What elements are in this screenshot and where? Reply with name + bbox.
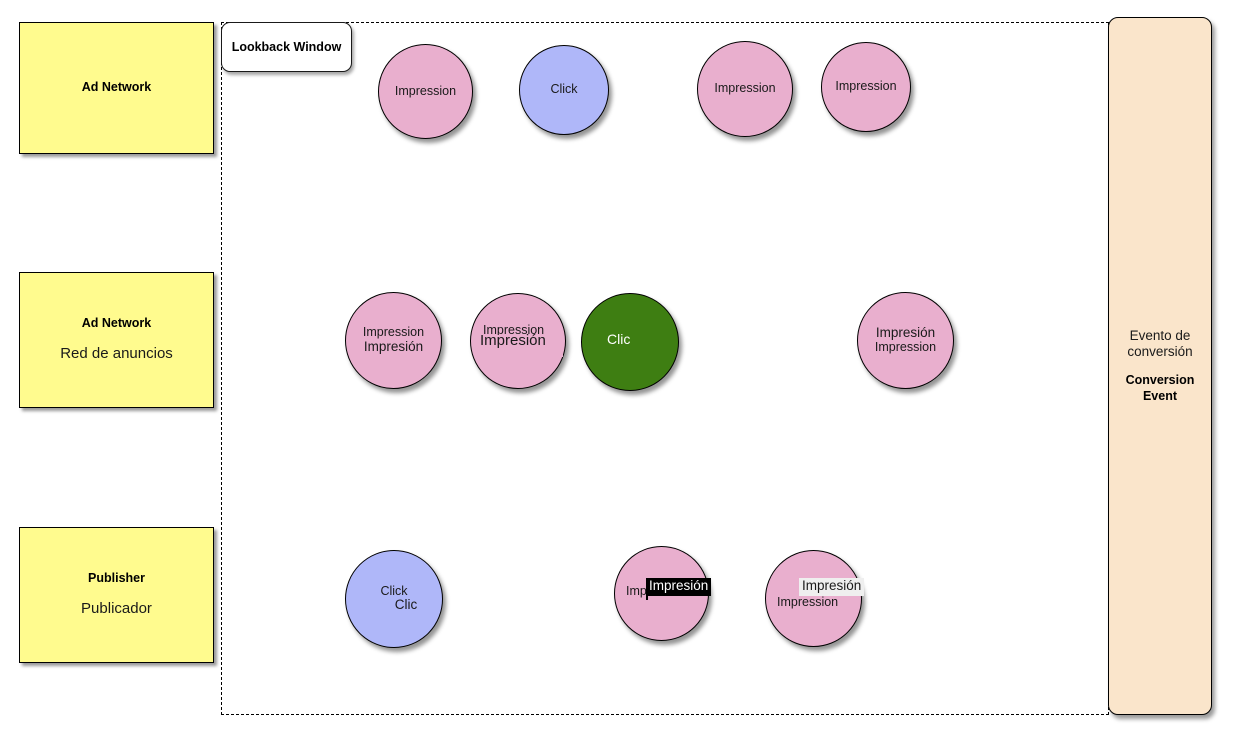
event-label-stack: Impression	[835, 79, 897, 94]
event-label-stack: Impression	[714, 81, 776, 96]
event-circle-click-1[interactable]: Click	[519, 45, 609, 135]
event-label-es: Impresión	[480, 332, 546, 349]
lane-label-en: Ad Network	[81, 80, 152, 95]
event-label-es: Impresión	[875, 325, 936, 341]
event-circle-impression-editing[interactable]: Imp Impresión	[614, 546, 712, 641]
event-circle-click-selected[interactable]: Click Clic	[581, 293, 679, 391]
event-label-es-selected[interactable]: Impresión	[646, 578, 712, 596]
event-label-es[interactable]: Impresión	[799, 578, 865, 596]
diagram-canvas: Lookback Window Ad Network Ad Network Re…	[0, 0, 1234, 741]
event-label-en: Impression	[777, 595, 839, 609]
event-label-stack: Impression	[394, 83, 457, 99]
event-label-en: Impression	[835, 79, 897, 94]
lane-publisher[interactable]: Publisher Publicador	[19, 527, 214, 663]
lane-label-es: Publicador	[81, 600, 152, 618]
event-label-overlap: Impresión Impression	[766, 551, 865, 646]
event-label-en: Impression	[394, 83, 457, 98]
event-circle-impression-6[interactable]: Impresión Impression	[857, 292, 954, 389]
event-circle-impression-3[interactable]: Impression	[821, 42, 911, 132]
lane-label-es: Red de anuncios	[60, 345, 173, 363]
event-label-es: Impresión	[363, 338, 424, 354]
event-label-en: Imp	[626, 584, 647, 598]
event-label-en: Click	[550, 82, 578, 97]
event-label-en: Impression	[362, 325, 425, 340]
event-circle-impression-2[interactable]: Impression	[697, 41, 793, 137]
event-label-stack: Impression Impresión	[362, 325, 425, 355]
conversion-event-panel[interactable]: Evento de conversión Conversion Event	[1108, 17, 1212, 715]
event-circle-impression-5[interactable]: Impression Impresión	[470, 293, 566, 389]
conversion-label-es: Evento de conversión	[1127, 327, 1193, 360]
event-label-en: Impression	[874, 340, 937, 355]
event-label-en: Click	[380, 583, 408, 598]
event-label-overlap: Imp Impresión	[615, 547, 712, 640]
event-circle-click-2[interactable]: Click Clic	[345, 550, 443, 648]
lane-label-en: Ad Network	[81, 315, 152, 330]
event-label-stack: Click Clic	[371, 583, 418, 614]
lookback-window-label[interactable]: Lookback Window	[221, 22, 352, 72]
event-label-es: Clic	[394, 597, 418, 613]
event-label-es: Clic	[607, 331, 631, 347]
event-label-stack: Click	[550, 82, 578, 97]
event-label-en: Impression	[714, 81, 776, 96]
lookback-window-label-text: Lookback Window	[231, 40, 342, 54]
event-circle-impression-7[interactable]: Impresión Impression	[765, 550, 865, 647]
event-circle-impression-1[interactable]: Impression	[378, 44, 473, 139]
lane-ad-network-top[interactable]: Ad Network	[19, 22, 214, 154]
event-label-stack: Impresión Impression	[874, 325, 937, 355]
text-caret	[646, 579, 648, 600]
event-label-overlap: Impression Impresión	[471, 294, 565, 388]
event-circle-impression-4[interactable]: Impression Impresión	[345, 292, 442, 389]
event-label-overlap: Click Clic	[582, 294, 678, 390]
conversion-label-en: Conversion Event	[1125, 373, 1195, 403]
lane-ad-network-middle[interactable]: Ad Network Red de anuncios	[19, 272, 214, 408]
lane-label-en: Publisher	[88, 570, 145, 585]
